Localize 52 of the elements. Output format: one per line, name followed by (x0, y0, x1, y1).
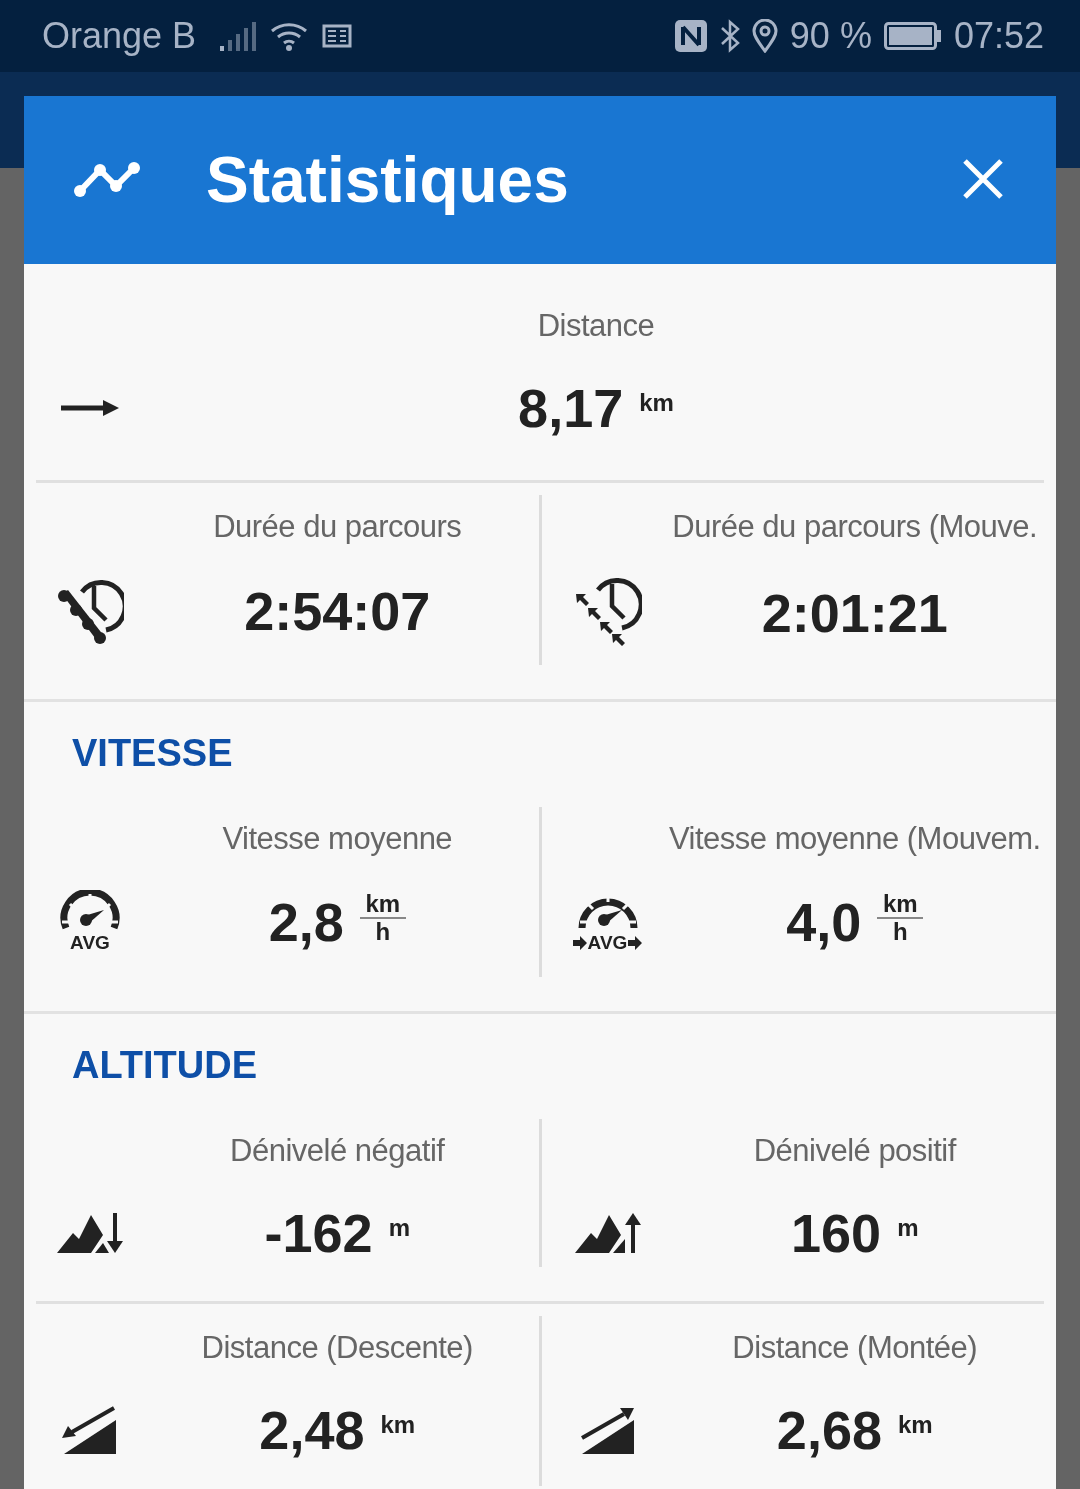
avg-label: AVG (70, 932, 110, 954)
carrier-name: Orange B (42, 15, 197, 57)
clock-icon (573, 578, 642, 648)
stat-label: Durée du parcours (213, 509, 462, 545)
stat-value: 8,17 (518, 377, 624, 439)
unit-label: km (364, 891, 402, 917)
unit-label: m (388, 1214, 410, 1242)
stat-value: 2,68 (776, 1399, 882, 1461)
unit-label: m (897, 1214, 919, 1242)
news-icon (322, 24, 355, 48)
mountain-icon (574, 1211, 641, 1255)
clock-icon (56, 578, 124, 644)
unit-label: km (897, 1411, 933, 1439)
stat-value: 2:01:21 (761, 582, 948, 644)
stat-label: Durée du parcours (Mouve. (672, 509, 1038, 545)
unit-label: h (374, 919, 392, 945)
stat-value: 4,0 (786, 891, 862, 953)
speedometer-icon (58, 890, 122, 930)
stat-value: 160 (791, 1202, 882, 1264)
nfc-icon (673, 19, 708, 53)
stat-value: 2:54:07 (244, 580, 431, 642)
mountain-icon (57, 1211, 123, 1255)
stat-value: 2,48 (259, 1399, 365, 1461)
stat-label: Vitesse moyenne (222, 821, 453, 857)
unit-label: km (881, 891, 919, 917)
unit-label: km (380, 1411, 416, 1439)
battery-icon (883, 22, 942, 50)
battery-percent: 90 % (789, 15, 872, 57)
signal-icon (220, 21, 259, 51)
slope-icon (579, 1406, 636, 1454)
avg-label: AVG (587, 932, 628, 954)
stat-value: 2,8 (268, 891, 344, 953)
chart-line-icon (74, 161, 142, 199)
stat-label: Distance (Montée) (732, 1330, 978, 1366)
stat-label: Distance (537, 308, 655, 344)
dialog-title: Statistiques (206, 143, 570, 217)
bluetooth-icon (719, 19, 740, 53)
section-heading: ALTITUDE (71, 1043, 259, 1088)
stat-label: Dénivelé négatif (230, 1133, 445, 1169)
slope-icon (62, 1406, 118, 1454)
stat-value: -162 (264, 1202, 373, 1264)
clock-time: 07:52 (953, 15, 1044, 57)
stat-label: Vitesse moyenne (Mouvem. (668, 821, 1041, 857)
unit-label: km (639, 389, 674, 417)
arrow-icon (572, 936, 587, 950)
stat-label: Dénivelé positif (753, 1133, 956, 1169)
arrow-icon (628, 936, 643, 950)
section-heading: VITESSE (71, 731, 234, 776)
stat-label: Distance (Descente) (201, 1330, 473, 1366)
unit-label: h (891, 919, 909, 945)
arrow-icon (59, 398, 121, 418)
location-icon (751, 19, 778, 53)
